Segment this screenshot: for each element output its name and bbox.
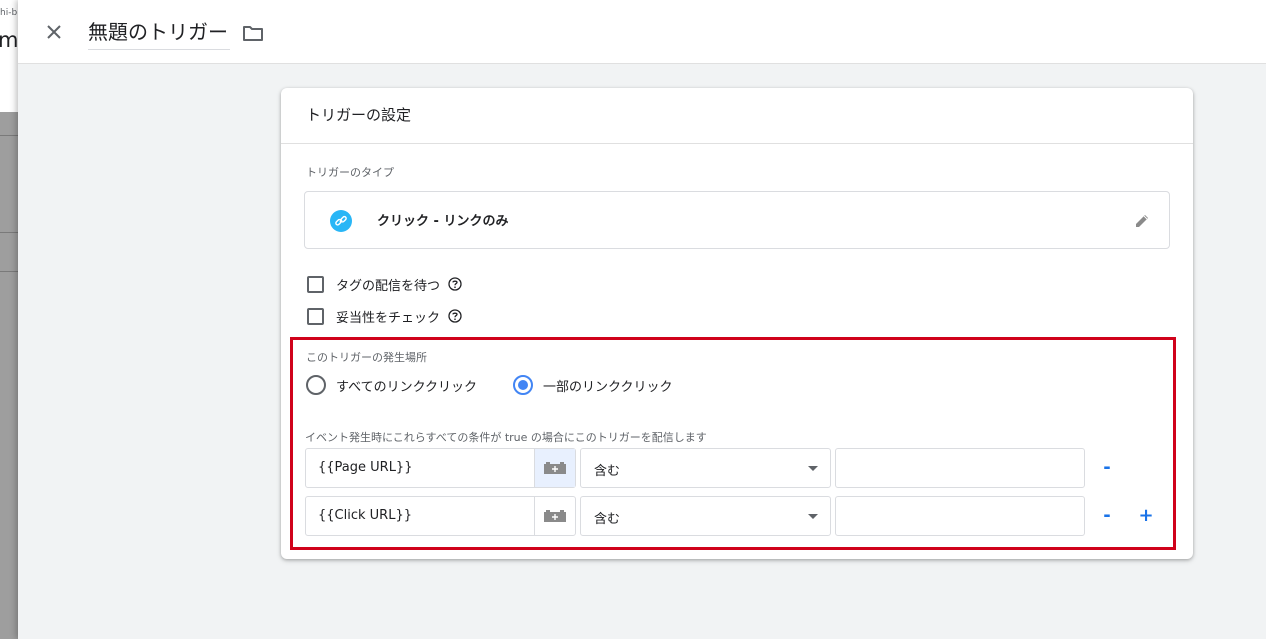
background-divider: [0, 232, 18, 233]
condition-variable-field[interactable]: {{Click URL}}: [305, 496, 576, 536]
remove-condition-button[interactable]: -: [1097, 505, 1117, 526]
check-validation-label: 妥当性をチェック: [336, 310, 441, 326]
variable-brick-icon: [544, 510, 566, 522]
condition-operator-text: 含む: [594, 512, 621, 527]
trigger-name-field[interactable]: 無題のトリガー: [88, 16, 230, 50]
condition-value-field[interactable]: [835, 448, 1085, 488]
condition-variable-text: {{Click URL}}: [318, 508, 412, 523]
fire-on-label: このトリガーの発生場所: [306, 351, 427, 364]
condition-operator-select[interactable]: 含む: [580, 496, 831, 536]
trigger-config-card: トリガーの設定 トリガーのタイプ クリック - リンクのみ タグの配信を待つ 妥…: [281, 88, 1193, 559]
background-subtext: hi-b: [0, 8, 18, 18]
background-bigtext: m: [0, 28, 18, 52]
chevron-down-icon: [808, 466, 818, 471]
trigger-type-label: トリガーのタイプ: [306, 166, 394, 179]
folder-button[interactable]: [240, 20, 266, 46]
close-button[interactable]: [40, 18, 68, 46]
add-condition-button[interactable]: +: [1136, 505, 1156, 526]
radio-label: すべてのリンククリック: [336, 379, 478, 395]
editor-header: 無題のトリガー: [18, 0, 1266, 64]
card-title: トリガーの設定: [306, 106, 412, 124]
condition-value-input[interactable]: [836, 449, 1084, 487]
help-icon[interactable]: [448, 277, 462, 291]
trigger-editor-panel: 無題のトリガー トリガーの設定 トリガーのタイプ クリック - リンクのみ タグ…: [18, 0, 1266, 639]
radio-label: 一部のリンククリック: [543, 379, 673, 395]
radio-all-link-clicks[interactable]: すべてのリンククリック: [306, 374, 477, 396]
background-divider: [0, 135, 18, 136]
condition-operator-select[interactable]: 含む: [580, 448, 831, 488]
page-title: 無題のトリガー: [88, 20, 228, 44]
condition-value-input[interactable]: [836, 497, 1084, 535]
link-icon: [330, 210, 352, 232]
condition-value-field[interactable]: [835, 496, 1085, 536]
help-icon[interactable]: [448, 309, 462, 323]
folder-icon: [243, 26, 263, 41]
pencil-icon[interactable]: [1131, 210, 1153, 232]
background-divider: [0, 271, 18, 272]
trigger-type-selector[interactable]: クリック - リンクのみ: [304, 191, 1170, 249]
condition-variable-field[interactable]: {{Page URL}}: [305, 448, 576, 488]
variable-picker-button[interactable]: [534, 497, 575, 535]
wait-for-tags-label: タグの配信を待つ: [336, 278, 441, 294]
close-icon: [47, 25, 61, 39]
card-divider: [281, 143, 1193, 144]
remove-condition-button[interactable]: -: [1097, 457, 1117, 478]
wait-for-tags-checkbox-row[interactable]: タグの配信を待つ: [307, 273, 462, 295]
radio-button[interactable]: [306, 375, 326, 395]
condition-operator-text: 含む: [594, 464, 621, 479]
chevron-down-icon: [808, 514, 818, 519]
variable-brick-icon: [544, 462, 566, 474]
variable-picker-button[interactable]: [534, 449, 575, 487]
condition-variable-text: {{Page URL}}: [318, 460, 413, 475]
background-app: hi-b m: [0, 0, 18, 639]
radio-button-selected[interactable]: [513, 375, 533, 395]
check-validation-checkbox[interactable]: [307, 307, 324, 325]
radio-some-link-clicks[interactable]: 一部のリンククリック: [513, 374, 672, 396]
conditions-label: イベント発生時にこれらすべての条件が true の場合にこのトリガーを配信します: [305, 431, 707, 444]
trigger-type-name: クリック - リンクのみ: [377, 214, 509, 229]
wait-for-tags-checkbox[interactable]: [307, 275, 324, 293]
check-validation-checkbox-row[interactable]: 妥当性をチェック: [307, 305, 462, 327]
